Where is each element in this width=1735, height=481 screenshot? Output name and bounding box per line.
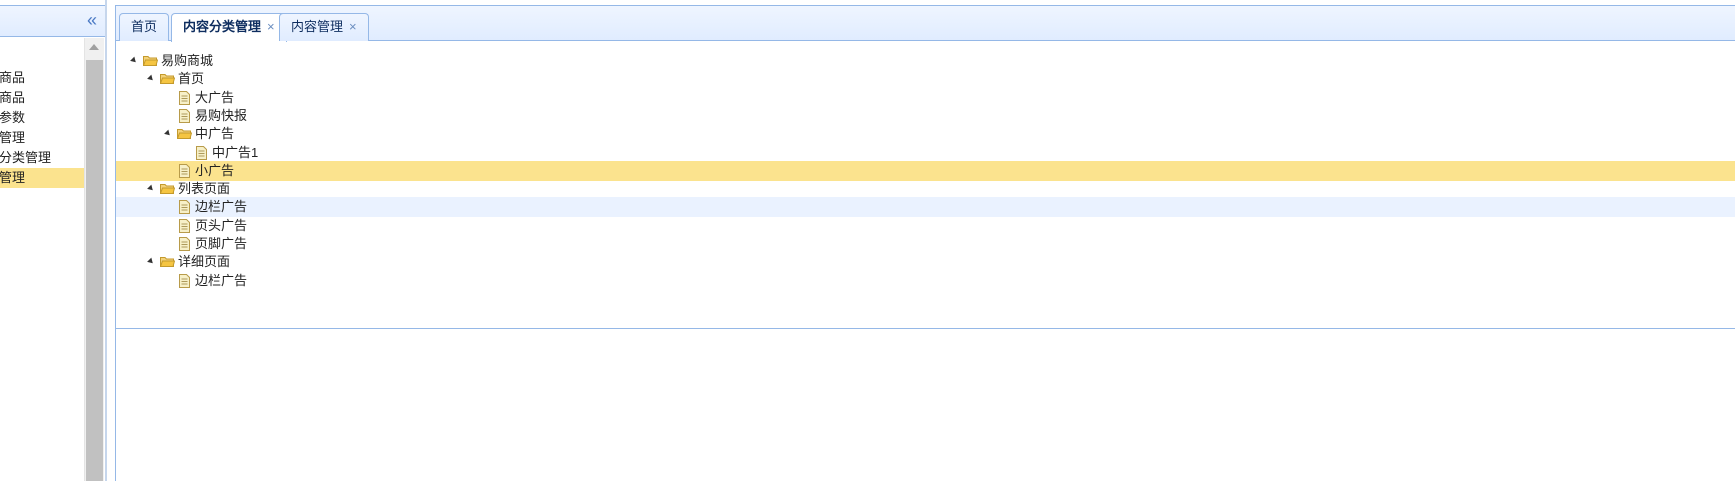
tab-label: 内容分类管理 <box>183 19 262 34</box>
close-icon[interactable]: × <box>267 14 275 40</box>
tree-node-label: 易购商城 <box>161 53 214 68</box>
main-panel: 首页 内容分类管理 × 内容管理 × 易购商城 首页 大广告 易购快报 中广告 中广告1 小广告… <box>115 5 1735 481</box>
tree-leaf-node[interactable]: 边栏广告 <box>116 197 1735 218</box>
folder-open-icon <box>160 74 175 85</box>
file-icon <box>179 237 190 251</box>
file-icon <box>179 108 190 123</box>
folder-open-icon <box>160 184 175 195</box>
file-icon <box>179 163 190 178</box>
folder-open-icon <box>160 257 175 268</box>
file-icon <box>196 145 207 160</box>
tab-label: 首页 <box>131 19 158 34</box>
folder-open-icon <box>177 129 192 140</box>
expand-toggle-icon[interactable] <box>147 74 155 83</box>
scroll-up-arrow-icon[interactable] <box>89 44 99 50</box>
tree-node-label: 页头广告 <box>195 217 248 233</box>
sidebar-item[interactable]: 类分类管理 <box>0 148 84 168</box>
tree-node-label: 中广告1 <box>212 144 259 160</box>
scrollbar-thumb[interactable] <box>86 60 103 481</box>
sidebar-item[interactable]: 理 <box>0 48 84 68</box>
expand-toggle-icon[interactable] <box>130 56 138 65</box>
tree-folder-node[interactable]: 中广告 <box>116 124 1735 144</box>
sidebar-item[interactable]: 格参数 <box>0 108 84 128</box>
tab-content-category[interactable]: 内容分类管理 × <box>171 13 287 42</box>
tree-leaf-node[interactable]: 大广告 <box>116 88 1735 108</box>
tree-leaf-node[interactable]: 页脚广告 <box>116 234 1735 254</box>
tree-node-label: 边栏广告 <box>195 199 248 215</box>
tab-content-management[interactable]: 内容管理 × <box>279 13 369 41</box>
tree-node-label: 中广告 <box>195 126 235 142</box>
tree-leaf-node[interactable]: 易购快报 <box>116 106 1735 126</box>
sidebar-item-selected[interactable]: 容管理 <box>0 168 84 188</box>
left-sidebar: « 理 的商品 的商品 格参数 容管理 类分类管理 容管理 <box>0 0 107 481</box>
tree-node-label: 列表页面 <box>178 181 231 197</box>
tree-folder-node[interactable]: 列表页面 <box>116 179 1735 199</box>
expand-toggle-icon[interactable] <box>147 257 155 266</box>
tree-node-label: 边栏广告 <box>195 272 248 288</box>
tree-leaf-node[interactable]: 中广告1 <box>116 143 1735 163</box>
tree-node-label: 首页 <box>178 71 205 87</box>
file-icon <box>179 273 190 288</box>
folder-open-icon <box>143 56 158 66</box>
tabs-bar: 首页 内容分类管理 × 内容管理 × <box>116 6 1735 42</box>
file-icon <box>179 200 190 215</box>
sidebar-menu: 理 的商品 的商品 格参数 容管理 类分类管理 容管理 <box>0 48 84 188</box>
tree-folder-node[interactable]: 详细页面 <box>116 252 1735 272</box>
expand-toggle-icon[interactable] <box>147 184 155 193</box>
tree-node-label: 详细页面 <box>178 254 231 270</box>
sidebar-item[interactable]: 的商品 <box>0 68 84 88</box>
file-icon <box>179 218 190 233</box>
tree-node-label: 页脚广告 <box>195 236 248 251</box>
tab-label: 内容管理 <box>291 19 344 34</box>
tab-home[interactable]: 首页 <box>119 13 170 41</box>
tree-folder-node[interactable]: 首页 <box>116 69 1735 89</box>
tree-leaf-node[interactable]: 小广告 <box>116 160 1735 181</box>
sidebar-item[interactable]: 的商品 <box>0 88 84 108</box>
sidebar-divider <box>105 0 107 481</box>
expand-toggle-icon[interactable] <box>164 129 172 138</box>
collapse-left-icon[interactable]: « <box>87 10 97 30</box>
tree-node-label: 大广告 <box>195 89 235 105</box>
sidebar-item[interactable]: 容管理 <box>0 128 84 148</box>
tree-leaf-node[interactable]: 边栏广告 <box>116 271 1735 291</box>
sidebar-header: « <box>0 5 107 37</box>
sidebar-scrollbar[interactable] <box>84 38 104 481</box>
close-icon[interactable]: × <box>349 14 357 40</box>
app-frame: « 理 的商品 的商品 格参数 容管理 类分类管理 容管理 首页 内容分类管理 × <box>0 0 1735 481</box>
tree-node-label: 易购快报 <box>195 107 248 123</box>
tree-folder-node[interactable]: 易购商城 <box>116 51 1735 71</box>
file-icon <box>179 90 190 105</box>
category-tree-panel: 易购商城 首页 大广告 易购快报 中广告 中广告1 小广告 列表页面 边栏广告 页头广告 页脚广告详… <box>116 41 1735 329</box>
tree-node-label: 小广告 <box>195 162 235 178</box>
tree-leaf-node[interactable]: 页头广告 <box>116 216 1735 236</box>
